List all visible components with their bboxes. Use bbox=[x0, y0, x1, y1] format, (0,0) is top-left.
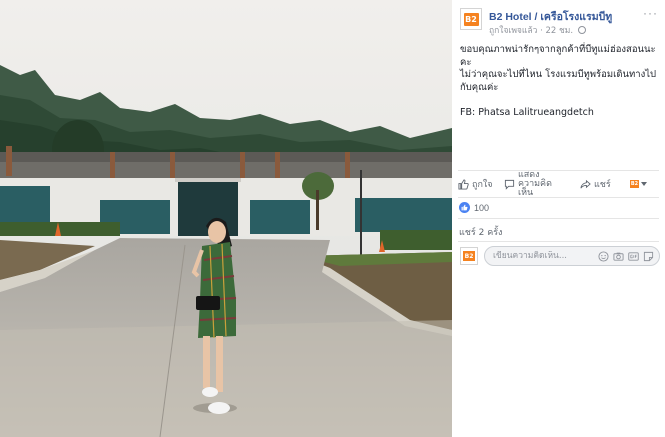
emoji-icon[interactable] bbox=[598, 251, 609, 262]
camera-icon[interactable] bbox=[613, 251, 624, 262]
reaction-count: 100 bbox=[474, 202, 490, 213]
post-text-line: ขอบคุณภาพน่ารักๆจากลูกค้าที่บีทูแม่ฮ่องส… bbox=[460, 44, 656, 68]
photo-credit: FB: Phatsa Lalitrueangdetch bbox=[460, 107, 594, 118]
share-icon bbox=[580, 179, 591, 188]
post-photo[interactable] bbox=[0, 0, 452, 437]
post-text-line: ไม่ว่าคุณจะไปที่ไหน โรงแรมบีทูพร้อมเดินท… bbox=[460, 69, 657, 93]
share-button[interactable]: แชร์ bbox=[580, 177, 630, 191]
sticker-icon[interactable] bbox=[643, 251, 654, 262]
reaction-summary[interactable]: 100 bbox=[459, 202, 489, 213]
like-button[interactable]: ถูกใจ bbox=[458, 177, 504, 191]
comment-tools bbox=[598, 251, 654, 262]
comment-box[interactable] bbox=[484, 246, 660, 266]
divider bbox=[458, 197, 659, 198]
post-header: B2 B2 Hotel / เครือโรงแรมบีทู ถูกใจเพจแล… bbox=[460, 6, 660, 38]
thumb-icon bbox=[461, 204, 468, 211]
share-label: แชร์ bbox=[594, 180, 611, 190]
gif-icon[interactable] bbox=[628, 251, 639, 262]
post-as-selector[interactable]: B2 bbox=[630, 180, 647, 188]
chevron-down-icon bbox=[641, 182, 647, 186]
action-bar: ถูกใจ แสดงความคิดเห็น แชร์ B2 bbox=[452, 169, 665, 198]
page-logo-mark: B2 bbox=[463, 12, 479, 26]
more-icon[interactable]: ··· bbox=[643, 6, 658, 20]
like-label: ถูกใจ bbox=[472, 180, 493, 190]
divider bbox=[458, 241, 659, 242]
post-as-avatar: B2 bbox=[630, 180, 639, 188]
post-panel: B2 B2 Hotel / เครือโรงแรมบีทู ถูกใจเพจแล… bbox=[452, 0, 665, 437]
followed-label: ถูกใจเพจแล้ว bbox=[489, 26, 538, 36]
comment-composer: B2 bbox=[460, 245, 660, 267]
post-time[interactable]: 22 ชม. bbox=[545, 26, 573, 36]
post-meta: ถูกใจเพจแล้ว · 22 ชม. bbox=[489, 23, 586, 37]
globe-icon bbox=[577, 26, 586, 34]
like-icon bbox=[458, 178, 469, 190]
comment-label: แสดงความคิดเห็น bbox=[518, 169, 552, 198]
comment-icon bbox=[504, 179, 515, 190]
commenter-logo-mark: B2 bbox=[463, 251, 475, 261]
commenter-avatar: B2 bbox=[460, 247, 478, 265]
post-text: ขอบคุณภาพน่ารักๆจากลูกค้าที่บีทูแม่ฮ่องส… bbox=[460, 44, 660, 120]
divider bbox=[458, 218, 659, 219]
like-reaction-icon bbox=[459, 202, 470, 213]
share-count[interactable]: แชร์ 2 ครั้ง bbox=[459, 225, 502, 239]
hotel-photo-illustration bbox=[0, 0, 452, 437]
comment-button[interactable]: แสดงความคิดเห็น bbox=[504, 169, 580, 198]
comment-input[interactable] bbox=[493, 251, 593, 261]
page-avatar[interactable]: B2 bbox=[460, 8, 482, 30]
